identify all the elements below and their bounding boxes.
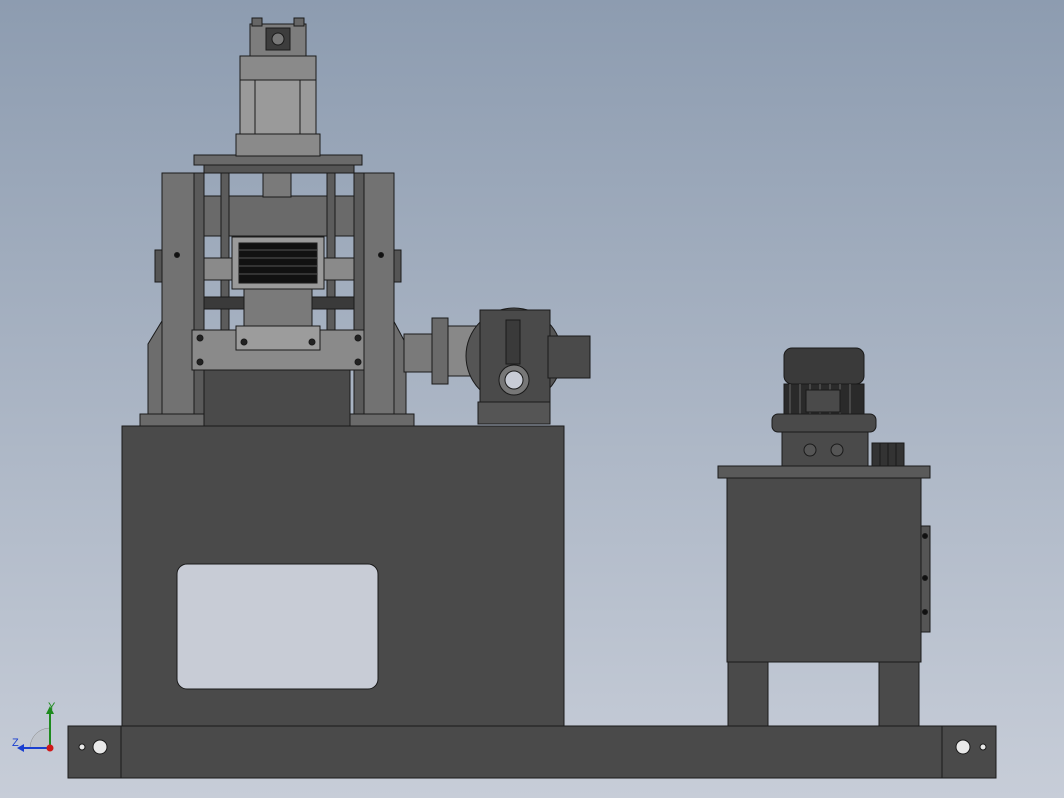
base-rail bbox=[67, 725, 997, 779]
mill-stand bbox=[139, 154, 415, 427]
hydraulic-cylinder bbox=[235, 17, 321, 157]
triad-y-label: Y bbox=[48, 701, 56, 713]
mount-hole-left bbox=[92, 739, 108, 755]
main-cabinet bbox=[121, 425, 565, 727]
cabinet-window bbox=[176, 563, 379, 690]
coordinate-triad: Y Z bbox=[12, 701, 56, 752]
cad-viewport[interactable]: Y Z bbox=[0, 0, 1064, 798]
assembly-drawing[interactable]: Y Z bbox=[0, 0, 1064, 798]
triad-z-label: Z bbox=[12, 737, 19, 749]
hydraulic-power-unit bbox=[717, 347, 931, 727]
coupling-gearbox bbox=[403, 307, 591, 425]
mount-hole-right bbox=[955, 739, 971, 755]
motor-fan-cover bbox=[783, 347, 865, 385]
